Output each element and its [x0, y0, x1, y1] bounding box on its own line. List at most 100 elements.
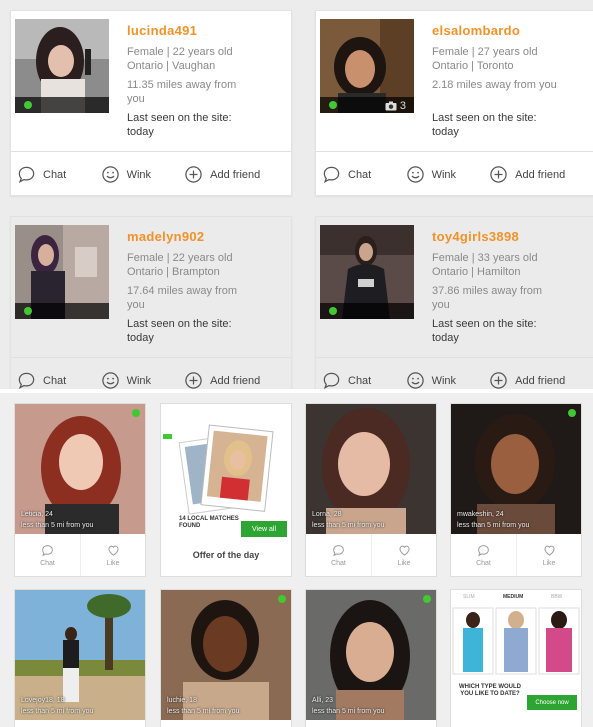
offer-badge	[163, 434, 172, 439]
member-distance: less than 5 mi from you	[312, 708, 385, 715]
member-photo[interactable]: Lorna, 28 less than 5 mi from you	[306, 404, 436, 534]
tile-actions: Chat Like	[451, 534, 581, 576]
gender-age: Female | 22 years old	[127, 46, 233, 58]
photo-status-bar	[15, 303, 109, 319]
type-tab-bbw[interactable]: BBW	[551, 594, 562, 600]
last-seen-value: today	[432, 332, 459, 344]
wink-label: Wink	[126, 168, 152, 181]
plus-circle-icon	[185, 166, 202, 183]
chat-bubble-icon	[323, 166, 340, 183]
member-photo[interactable]: Alli, 23 less than 5 mi from you	[306, 590, 436, 720]
chat-button[interactable]: Chat	[17, 165, 101, 184]
last-seen-label: Last seen on the site:	[127, 318, 232, 330]
member-tile[interactable]: Lovejoy18, 18 less than 5 mi from you	[14, 589, 146, 727]
wink-button[interactable]: Wink	[101, 371, 185, 390]
view-all-button[interactable]: View all	[241, 521, 287, 537]
profile-photo[interactable]	[15, 225, 109, 319]
member-tile[interactable]: Lorna, 28 less than 5 mi from you Chat L…	[305, 403, 437, 577]
tile-actions: Chat Like	[15, 534, 145, 576]
add-friend-label: Add friend	[210, 374, 261, 387]
photo-count-value: 3	[399, 100, 406, 112]
wink-button[interactable]: Wink	[101, 165, 185, 184]
username-link[interactable]: elsalombardo	[432, 23, 520, 38]
add-friend-label: Add friend	[515, 168, 566, 181]
profile-photo[interactable]	[320, 225, 414, 319]
offer-tile[interactable]: 14 LOCAL MATCHES FOUND View all Offer of…	[160, 403, 292, 577]
member-distance: less than 5 mi from you	[312, 522, 385, 529]
distance: 11.35 miles away from you	[127, 79, 237, 105]
chat-bubble-icon	[42, 544, 53, 556]
like-button[interactable]: Like	[371, 534, 436, 576]
online-indicator	[278, 595, 286, 603]
online-indicator	[132, 409, 140, 417]
chat-button[interactable]: Chat	[17, 371, 101, 390]
online-indicator	[423, 595, 431, 603]
chat-bubble-icon	[478, 544, 489, 556]
profile-photo[interactable]: 3	[320, 19, 414, 113]
chat-button[interactable]: Chat	[322, 165, 406, 184]
offer-title: Offer of the day	[192, 550, 260, 560]
username-link[interactable]: madelyn902	[127, 229, 204, 244]
member-name: mwakeshin, 24	[457, 511, 504, 518]
last-seen-label: Last seen on the site:	[432, 112, 537, 124]
profile-card: 3 elsalombardo Female | 27 years old Ont…	[315, 10, 593, 196]
plus-circle-icon	[185, 372, 202, 389]
member-photo[interactable]: Leticia, 24 less than 5 mi from you	[15, 404, 145, 534]
add-friend-button[interactable]: Add friend	[184, 165, 291, 184]
profile-photo[interactable]	[15, 19, 109, 113]
location: Ontario | Vaughan	[127, 60, 216, 72]
distance: 17.64 miles away from you	[127, 285, 238, 311]
chat-label: Chat	[348, 374, 372, 387]
member-photo[interactable]: Lovejoy18, 18 less than 5 mi from you	[15, 590, 145, 720]
member-photo[interactable]: mwakeshin, 24 less than 5 mi from you	[451, 404, 581, 534]
profile-card: madelyn902 Female | 22 years old Ontario…	[10, 216, 292, 402]
heart-icon	[543, 545, 555, 556]
type-question: WHICH TYPE WOULD YOU LIKE TO DATE?	[459, 684, 521, 697]
wink-label: Wink	[431, 168, 457, 181]
online-indicator	[568, 409, 576, 417]
chat-label: Chat	[43, 168, 67, 181]
matches-found: 14 LOCAL MATCHES FOUND	[179, 516, 239, 529]
wink-button[interactable]: Wink	[406, 165, 490, 184]
member-tile[interactable]: Alli, 23 less than 5 mi from you	[305, 589, 437, 727]
wink-button[interactable]: Wink	[406, 371, 490, 390]
type-tab-slim[interactable]: SLIM	[463, 594, 475, 600]
type-tab-medium[interactable]: MEDIUM	[503, 594, 523, 600]
member-name: Alli, 23	[312, 697, 334, 704]
add-friend-button[interactable]: Add friend	[489, 371, 593, 390]
wink-label: Wink	[431, 374, 457, 387]
chat-label: Chat	[476, 559, 491, 567]
member-tile[interactable]: Leticia, 24 less than 5 mi from you Chat…	[14, 403, 146, 577]
chat-button[interactable]: Chat	[15, 534, 80, 576]
photo-status-bar	[320, 303, 414, 319]
like-button[interactable]: Like	[516, 534, 581, 576]
online-indicator	[24, 307, 32, 315]
last-seen: Last seen on the site: today	[127, 111, 257, 139]
chat-label: Chat	[331, 559, 346, 567]
member-grid: Leticia, 24 less than 5 mi from you Chat…	[0, 393, 593, 727]
choose-now-button[interactable]: Choose now	[527, 695, 577, 710]
online-indicator	[24, 101, 32, 109]
member-tile[interactable]: luchie, 18 less than 5 mi from you	[160, 589, 292, 727]
chat-label: Chat	[40, 559, 55, 567]
chat-button[interactable]: Chat	[451, 534, 516, 576]
like-label: Like	[542, 559, 556, 567]
profile-results-panel: lucinda491 Female | 22 years old Ontario…	[0, 0, 593, 402]
chat-button[interactable]: Chat	[322, 371, 406, 390]
member-tile[interactable]: mwakeshin, 24 less than 5 mi from you Ch…	[450, 403, 582, 577]
like-button[interactable]: Like	[80, 534, 145, 576]
photo-count[interactable]: 3	[385, 100, 406, 112]
like-label: Like	[106, 559, 120, 567]
smiley-icon	[406, 372, 424, 389]
wink-label: Wink	[126, 374, 152, 387]
heart-icon	[398, 545, 410, 556]
username-link[interactable]: toy4girls3898	[432, 229, 519, 244]
add-friend-button[interactable]: Add friend	[489, 165, 593, 184]
add-friend-button[interactable]: Add friend	[184, 371, 291, 390]
type-quiz-tile[interactable]: SLIM MEDIUM BBW WHICH TYPE WOULD YOU LIK…	[450, 589, 582, 727]
chat-bubble-icon	[18, 166, 35, 183]
member-name: Leticia, 24	[21, 511, 53, 518]
member-photo[interactable]: luchie, 18 less than 5 mi from you	[161, 590, 291, 720]
username-link[interactable]: lucinda491	[127, 23, 197, 38]
chat-button[interactable]: Chat	[306, 534, 371, 576]
